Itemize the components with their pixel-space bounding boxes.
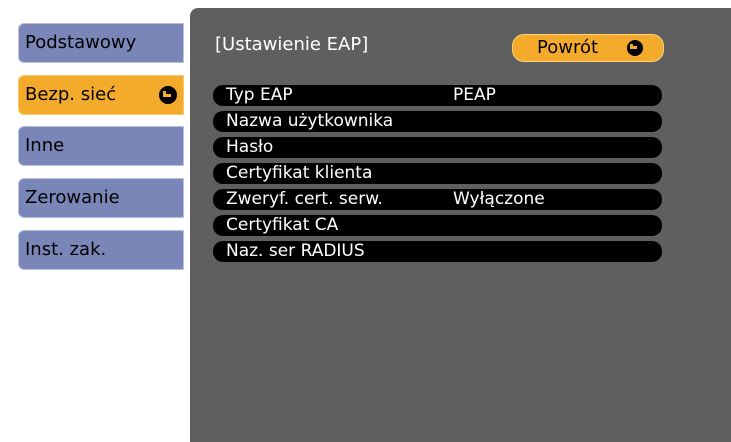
menu-item-label: Typ EAP	[226, 85, 293, 105]
menu-item-haslo[interactable]: Hasło	[213, 137, 662, 158]
sidebar-item-label: Inst. zak.	[25, 239, 107, 260]
sidebar-item-inst-zak[interactable]: Inst. zak.	[18, 230, 184, 270]
menu-item-label: Certyfikat CA	[226, 215, 339, 235]
sidebar-item-label: Podstawowy	[25, 32, 137, 53]
menu-item-value: Wyłączone	[453, 189, 545, 209]
back-button[interactable]: Powrót	[512, 34, 664, 62]
menu-item-typ-eap[interactable]: Typ EAP PEAP	[213, 85, 662, 106]
enter-icon	[627, 40, 643, 56]
sidebar-item-label: Inne	[25, 135, 65, 156]
sidebar-item-podstawowy[interactable]: Podstawowy	[18, 23, 184, 63]
menu-item-certyfikat-ca[interactable]: Certyfikat CA	[213, 215, 662, 236]
menu-item-nazwa-uzytkownika[interactable]: Nazwa użytkownika	[213, 111, 662, 132]
menu-item-label: Certyfikat klienta	[226, 163, 373, 183]
menu-item-label: Zweryf. cert. serw.	[226, 189, 383, 209]
sidebar-item-label: Zerowanie	[25, 187, 120, 208]
menu-item-label: Hasło	[226, 137, 274, 157]
eap-settings-panel: [Ustawienie EAP] Powrót Typ EAP PEAP Naz…	[190, 8, 731, 442]
sidebar-item-label: Bezp. sieć	[25, 84, 117, 105]
menu-item-label: Naz. ser RADIUS	[226, 241, 365, 261]
menu-item-label: Nazwa użytkownika	[226, 111, 394, 131]
menu-item-certyfikat-klienta[interactable]: Certyfikat klienta	[213, 163, 662, 184]
sidebar-item-inne[interactable]: Inne	[18, 126, 184, 166]
menu-item-naz-ser-radius[interactable]: Naz. ser RADIUS	[213, 241, 662, 262]
enter-icon	[159, 86, 177, 104]
sidebar-item-bezp-siec[interactable]: Bezp. sieć	[18, 75, 184, 115]
back-button-label: Powrót	[537, 37, 599, 58]
sidebar-item-zerowanie[interactable]: Zerowanie	[18, 178, 184, 218]
menu-item-zweryf-cert-serw[interactable]: Zweryf. cert. serw. Wyłączone	[213, 189, 662, 210]
page-title: [Ustawienie EAP]	[215, 34, 369, 55]
menu-item-value: PEAP	[453, 85, 496, 105]
